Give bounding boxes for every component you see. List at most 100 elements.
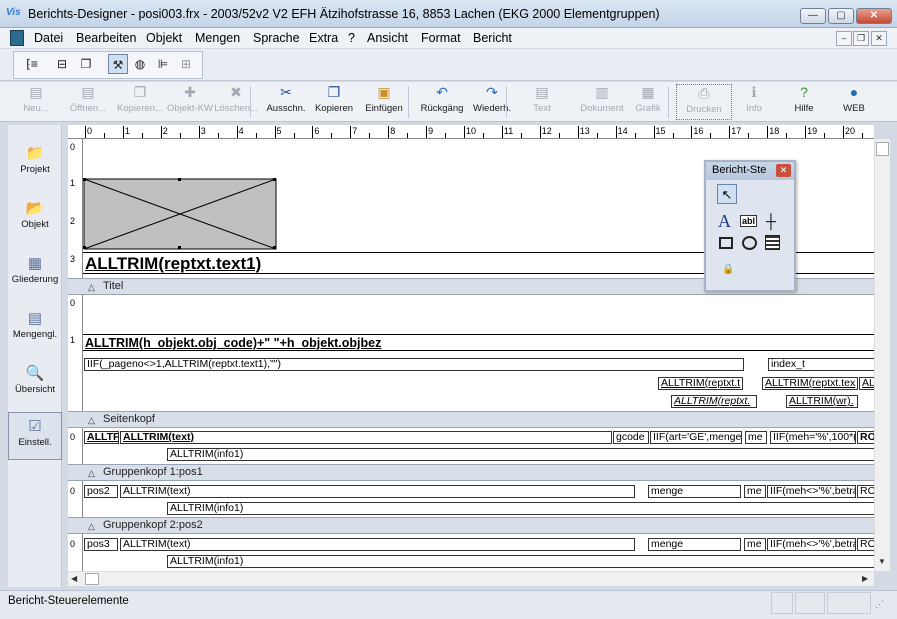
toolbar-button-print[interactable]: ⎙ Drucken: [676, 84, 732, 120]
align-icon[interactable]: ⊫: [153, 54, 173, 74]
menu-objekt[interactable]: Objekt: [146, 31, 182, 45]
outline-view-icon[interactable]: ⁅≡: [22, 54, 42, 74]
pos3-field[interactable]: pos3: [84, 538, 118, 551]
close-icon[interactable]: ✕: [856, 8, 892, 24]
reptxt-field-3[interactable]: ALL: [859, 377, 874, 390]
palette-titlebar[interactable]: Bericht-Ste ✕: [706, 162, 794, 180]
pointer-icon[interactable]: ↖: [717, 184, 737, 204]
toolbar-button-undo[interactable]: ↶ Rückgäng: [414, 84, 470, 120]
layout-icon[interactable]: ⊞: [176, 54, 196, 74]
object-code-field[interactable]: ALLTRIM(h_objekt.obj_code)+" "+h_objekt.…: [85, 336, 381, 350]
group2-text-field[interactable]: ALLTRIM(text): [120, 538, 635, 551]
rounded-rect-tool-icon[interactable]: [742, 236, 757, 250]
scroll-right-icon[interactable]: ▶: [862, 574, 868, 583]
group1-menge-field[interactable]: menge: [648, 485, 741, 498]
reptxt-field-2[interactable]: ALLTRIM(reptxt.tex: [762, 377, 858, 390]
reptxt-field-1[interactable]: ALLTRIM(reptxt.t: [658, 377, 743, 390]
network-icon[interactable]: ⊟: [52, 54, 72, 74]
lock-icon[interactable]: 🔒: [722, 264, 734, 275]
band-gruppenkopf-2[interactable]: △ Gruppenkopf 2:pos2: [68, 517, 874, 534]
maximize-icon[interactable]: ▢: [828, 8, 854, 24]
group2-meh-field[interactable]: me: [744, 538, 766, 551]
line-tool-icon[interactable]: ┼: [766, 213, 776, 229]
menu-help[interactable]: ?: [348, 31, 355, 45]
band-collapse-icon[interactable]: △: [88, 415, 95, 426]
mdi-minimize-icon[interactable]: –: [836, 31, 852, 46]
round-field[interactable]: RO: [857, 431, 874, 444]
wr-field[interactable]: ALLTRIM(wr).: [786, 395, 858, 408]
nav-settings[interactable]: ☑ Einstell.: [8, 412, 62, 460]
band-collapse-icon[interactable]: △: [88, 282, 95, 293]
palette-icon[interactable]: ◍: [130, 54, 150, 74]
group1-betrag-field[interactable]: IIF(meh<>'%',betra: [767, 485, 856, 498]
nav-object[interactable]: 📂 Objekt: [8, 195, 62, 245]
info-field-1[interactable]: ALLTRIM(info1): [167, 448, 874, 461]
band-collapse-icon[interactable]: △: [88, 468, 95, 479]
meh-field[interactable]: me: [745, 431, 767, 444]
menu-bericht[interactable]: Bericht: [473, 31, 512, 45]
toolbar-button-open[interactable]: ▤ Öffnen...: [60, 84, 116, 120]
menu-mengen[interactable]: Mengen: [195, 31, 240, 45]
mdi-restore-icon[interactable]: ❐: [853, 31, 869, 46]
pages-icon[interactable]: ❐: [76, 54, 96, 74]
seitenkopf-field-1[interactable]: ALLTF: [84, 431, 119, 444]
vertical-scrollbar[interactable]: ▼: [874, 139, 890, 571]
rectangle-tool-icon[interactable]: [719, 237, 733, 249]
minimize-icon[interactable]: —: [800, 8, 826, 24]
band-seitenkopf[interactable]: △ Seitenkopf: [68, 411, 874, 428]
menu-format[interactable]: Format: [421, 31, 461, 45]
band-gruppenkopf-1[interactable]: △ Gruppenkopf 1:pos1: [68, 464, 874, 481]
scroll-left-icon[interactable]: ◀: [71, 574, 77, 583]
toolbar-button-info[interactable]: ℹ Info: [726, 84, 782, 120]
label-tool-icon[interactable]: A: [718, 211, 731, 232]
group2-betrag-field[interactable]: IIF(meh<>'%',betra: [767, 538, 856, 551]
group2-menge-field[interactable]: menge: [648, 538, 741, 551]
pos2-field[interactable]: pos2: [84, 485, 118, 498]
toolbar-button-help[interactable]: ? Hilfe: [776, 84, 832, 120]
resize-grip-icon[interactable]: ⋰: [875, 599, 884, 610]
toolbar-button-text-doc[interactable]: ▤ Text: [514, 84, 570, 120]
menu-datei[interactable]: Datei: [34, 31, 63, 45]
title-field[interactable]: ALLTRIM(reptxt.text1): [85, 254, 261, 274]
seitenkopf-text-field[interactable]: ALLTRIM(text): [120, 431, 612, 444]
group1-text-field[interactable]: ALLTRIM(text): [120, 485, 635, 498]
toolbar-button-delete[interactable]: ✖ Löschen...: [208, 84, 264, 120]
nav-outline[interactable]: ▦ Gliederung: [8, 250, 62, 300]
group1-meh-field[interactable]: me: [744, 485, 766, 498]
menu-extra[interactable]: Extra: [309, 31, 338, 45]
picture-tool-icon[interactable]: [765, 235, 780, 250]
toolbar-button-copy-object[interactable]: ❐ Kopieren...: [112, 84, 168, 120]
toolbar-button-paste[interactable]: ▣ Einfügen: [356, 84, 412, 120]
picture-placeholder[interactable]: [83, 178, 277, 250]
iif-pageno-field[interactable]: IIF(_pageno<>1,ALLTRIM(reptxt.text1),""): [84, 358, 744, 371]
horizontal-scrollbar[interactable]: ◀ ▶: [68, 571, 874, 586]
gcode-field[interactable]: gcode: [613, 431, 649, 444]
toolbar-button-globe[interactable]: ● WEB: [826, 84, 882, 120]
toolbar-button-new[interactable]: ▤ Neu...: [8, 84, 64, 120]
report-controls-palette[interactable]: Bericht-Ste ✕ ↖ A abl ┼ 🔒: [704, 160, 796, 292]
index-field[interactable]: index_t: [768, 358, 874, 371]
menge-iif-field[interactable]: IIF(art='GE',menge,: [650, 431, 742, 444]
percent-field[interactable]: IIF(meh='%',100*(: [770, 431, 856, 444]
group2-round-field[interactable]: RO: [857, 538, 874, 551]
mdi-close-icon[interactable]: ✕: [871, 31, 887, 46]
nav-quantity[interactable]: ▤ Mengengl.: [8, 305, 62, 355]
info-field-2[interactable]: ALLTRIM(info1): [167, 502, 874, 515]
toolbar-button-redo[interactable]: ↷ Wiederh.: [464, 84, 520, 120]
field-tool-icon[interactable]: abl: [740, 215, 758, 227]
group1-round-field[interactable]: RO: [857, 485, 874, 498]
info-field-3[interactable]: ALLTRIM(info1): [167, 555, 874, 568]
scroll-thumb[interactable]: [876, 142, 889, 156]
hscroll-thumb[interactable]: [85, 573, 99, 585]
menu-sprache[interactable]: Sprache: [253, 31, 300, 45]
menu-ansicht[interactable]: Ansicht: [367, 31, 408, 45]
nav-overview[interactable]: 🔍 Übersicht: [8, 360, 62, 410]
reptxt-field-4[interactable]: ALLTRIM(reptxt.: [671, 395, 757, 408]
toolbar-button-copy[interactable]: ❐ Kopieren: [306, 84, 362, 120]
scroll-down-icon[interactable]: ▼: [878, 557, 886, 566]
tools-icon[interactable]: ⚒: [108, 54, 128, 74]
nav-project[interactable]: 📁 Projekt: [8, 140, 62, 190]
band-collapse-icon[interactable]: △: [88, 521, 95, 532]
palette-close-icon[interactable]: ✕: [776, 164, 791, 177]
menu-bearbeiten[interactable]: Bearbeiten: [76, 31, 136, 45]
